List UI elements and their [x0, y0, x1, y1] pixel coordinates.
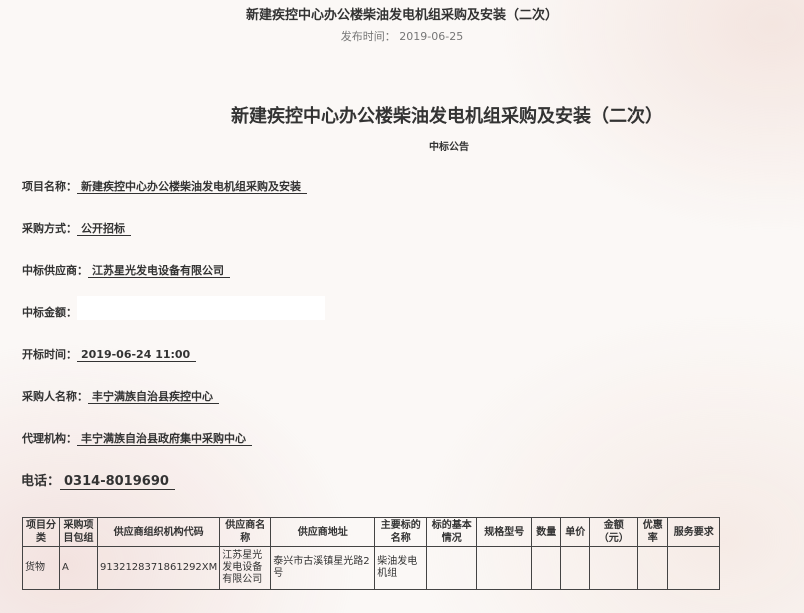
col-header: 优惠率: [637, 517, 669, 547]
field-label: 采购方式：: [22, 222, 77, 235]
notice-subtitle: 中标公告: [429, 142, 469, 153]
field-value: 丰宁满族自治县政府集中采购中心: [77, 432, 252, 446]
col-header: 供应商名称: [219, 517, 272, 547]
field-label: 电话：: [21, 474, 61, 489]
field-label: 中标金额：: [22, 306, 77, 319]
field-bid-opening-time: 开标时间： 2019-06-24 11:00: [22, 346, 197, 362]
cell-discount-rate: [637, 546, 669, 590]
cell-item-details: [426, 546, 478, 590]
field-label: 中标供应商：: [22, 264, 88, 277]
table-header-row: 项目分类 采购项目包组 供应商组织机构代码 供应商名称 供应商地址 主要标的名称…: [22, 517, 721, 547]
col-header: 项目分类: [22, 517, 60, 547]
notice-title: 新建疾控中心办公楼柴油发电机组采购及安装（二次）: [231, 106, 663, 127]
col-header: 单价: [560, 517, 591, 547]
field-value: 公开招标: [77, 222, 131, 236]
field-project-name: 项目名称： 新建疾控中心办公楼柴油发电机组采购及安装: [22, 178, 307, 194]
col-header: 服务要求: [667, 517, 721, 547]
cell-service-req: [667, 546, 721, 590]
field-winning-supplier: 中标供应商： 江苏星光发电设备有限公司: [22, 262, 230, 278]
cell-item-name: 柴油发电机组: [374, 546, 428, 590]
col-header: 供应商组织机构代码: [96, 517, 221, 547]
field-label: 代理机构：: [22, 432, 77, 445]
field-value: 江苏星光发电设备有限公司: [88, 264, 230, 278]
cell-package: A: [59, 546, 98, 590]
field-value: 2019-06-24 11:00: [77, 348, 197, 362]
result-table: 项目分类 采购项目包组 供应商组织机构代码 供应商名称 供应商地址 主要标的名称…: [22, 517, 721, 590]
cell-org-code: 9132128371861292XM: [96, 546, 221, 590]
publish-date: 发布时间： 2019-06-25: [340, 30, 464, 43]
col-header: 采购项目包组: [59, 517, 98, 547]
col-header: 规格型号: [476, 517, 533, 547]
col-header: 数量: [531, 517, 562, 547]
field-label: 采购人名称：: [22, 390, 88, 403]
cell-supplier-address: 泰兴市古溪镇星光路2号: [270, 546, 376, 590]
field-label: 项目名称：: [22, 180, 77, 193]
cell-unit-price: [560, 546, 591, 590]
cell-amount: [589, 546, 639, 590]
field-procurement-method: 采购方式： 公开招标: [22, 220, 131, 236]
field-value: 0314-8019690: [60, 474, 175, 490]
field-label: 开标时间：: [22, 348, 77, 361]
header-title: 新建疾控中心办公楼柴油发电机组采购及安装（二次）: [245, 8, 558, 23]
col-header: 金额（元）: [589, 517, 639, 547]
field-phone: 电话： 0314-8019690: [21, 470, 175, 490]
field-agency: 代理机构： 丰宁满族自治县政府集中采购中心: [22, 430, 252, 446]
col-header: 标的基本情况: [426, 517, 478, 547]
cell-quantity: [531, 546, 562, 590]
cell-supplier-name: 江苏星光发电设备有限公司: [219, 546, 272, 590]
col-header: 供应商地址: [270, 517, 376, 547]
field-value: 新建疾控中心办公楼柴油发电机组采购及安装: [77, 180, 307, 194]
col-header: 主要标的名称: [374, 517, 428, 547]
redaction-box: [77, 296, 325, 320]
cell-spec-model: [476, 546, 533, 590]
cell-category: 货物: [22, 546, 60, 590]
field-value: 丰宁满族自治县疾控中心: [88, 390, 219, 404]
field-purchaser: 采购人名称： 丰宁满族自治县疾控中心: [22, 388, 219, 404]
table-row: 货物 A 9132128371861292XM 江苏星光发电设备有限公司 泰兴市…: [22, 546, 721, 590]
